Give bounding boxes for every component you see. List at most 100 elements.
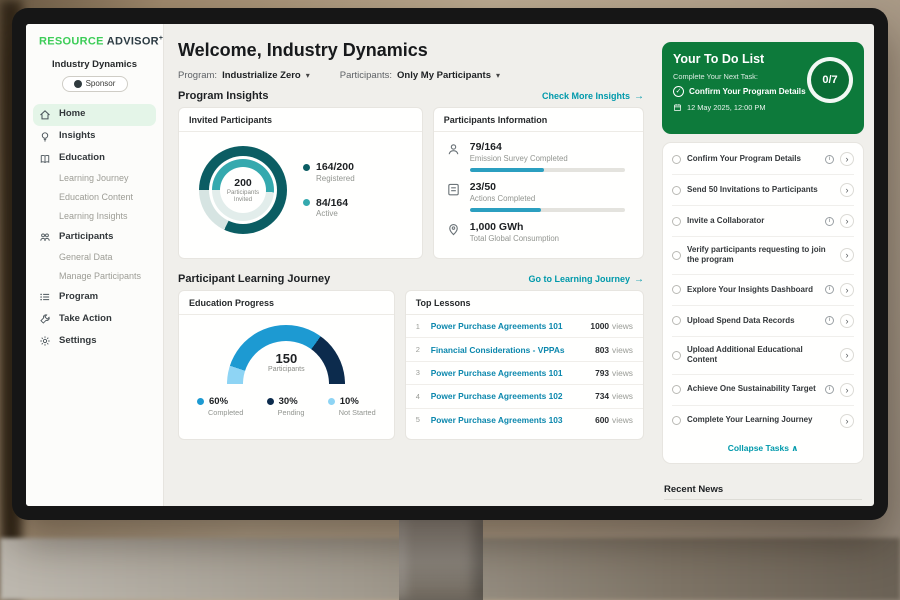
task-checkbox[interactable]: [672, 316, 681, 325]
sidebar-item-participants[interactable]: Participants: [26, 226, 163, 248]
brand-logo: RESOURCE ADVISOR+: [26, 35, 163, 48]
lesson-link[interactable]: Power Purchase Agreements 103: [431, 415, 595, 425]
person-icon: [446, 142, 461, 157]
lightbulb-icon: [39, 131, 51, 143]
task-label: Upload Spend Data Records: [687, 316, 819, 326]
sidebar-item-take-action[interactable]: Take Action: [26, 308, 163, 330]
task-checkbox[interactable]: [672, 385, 681, 394]
stat-label: Total Global Consumption: [470, 234, 631, 243]
participants-filter[interactable]: Participants: Only My Participants ▾: [340, 70, 500, 81]
chevron-down-icon[interactable]: ▾: [306, 71, 310, 80]
legend-completed: 60% Completed: [197, 396, 243, 417]
legend-dot: [303, 199, 310, 206]
legend-dot: [267, 398, 274, 405]
chevron-right-icon[interactable]: ›: [840, 283, 854, 297]
chevron-right-icon[interactable]: ›: [840, 414, 854, 428]
task-checkbox[interactable]: [672, 416, 681, 425]
org-name: Industry Dynamics: [26, 59, 163, 70]
recent-news-section: Recent News: [662, 484, 864, 502]
card-title: Invited Participants: [179, 108, 422, 132]
education-gauge-chart: 150 Participants: [227, 325, 345, 384]
task-upload-educational-content[interactable]: Upload Additional Educational Content ›: [672, 337, 854, 375]
stat-emission-survey: 79/164 Emission Survey Completed: [446, 141, 631, 172]
sidebar-item-settings[interactable]: Settings: [26, 330, 163, 352]
monitor-bezel: RESOURCE ADVISOR+ Industry Dynamics Spon…: [12, 8, 888, 520]
legend-label: Active: [316, 209, 355, 219]
stat-value: 1,000 GWh: [470, 221, 631, 233]
chevron-right-icon[interactable]: ›: [840, 214, 854, 228]
lesson-link[interactable]: Financial Considerations - VPPAs: [431, 345, 595, 355]
progress-track: [470, 168, 625, 172]
todo-progress-ring: 0/7: [807, 57, 853, 103]
link-label: Go to Learning Journey: [528, 274, 630, 284]
sidebar-item-learning-insights[interactable]: Learning Insights: [26, 207, 163, 226]
chevron-right-icon[interactable]: ›: [840, 152, 854, 166]
task-checkbox[interactable]: [672, 251, 681, 260]
collapse-tasks-button[interactable]: Collapse Tasks ∧: [672, 436, 854, 462]
lesson-row: 1 Power Purchase Agreements 101 1000 vie…: [406, 315, 643, 338]
info-icon: i: [825, 217, 834, 226]
list-icon: [39, 291, 51, 303]
task-label: Verify participants requesting to join t…: [687, 245, 834, 266]
info-icon: i: [825, 285, 834, 294]
sidebar-item-insights[interactable]: Insights: [26, 126, 163, 148]
task-checkbox[interactable]: [672, 285, 681, 294]
program-insights-header: Program Insights Check More Insights →: [178, 90, 644, 102]
sidebar-item-label: Learning Insights: [59, 212, 128, 222]
lesson-views: 803: [595, 345, 609, 355]
sidebar-item-education-content[interactable]: Education Content: [26, 189, 163, 208]
task-verify-participants[interactable]: Verify participants requesting to join t…: [672, 237, 854, 275]
task-checkbox[interactable]: [672, 155, 681, 164]
chevron-up-icon: ∧: [791, 443, 798, 453]
task-achieve-sustainability-target[interactable]: Achieve One Sustainability Target i ›: [672, 375, 854, 406]
chevron-right-icon[interactable]: ›: [840, 248, 854, 262]
sidebar-item-label: General Data: [59, 253, 113, 263]
info-icon: i: [825, 155, 834, 164]
sidebar-item-general-data[interactable]: General Data: [26, 248, 163, 267]
task-checkbox[interactable]: [672, 351, 681, 360]
progress-track: [470, 208, 625, 212]
checklist-icon: [446, 182, 461, 197]
sidebar-item-label: Education Content: [59, 193, 133, 203]
brand-secondary: ADVISOR: [107, 36, 159, 48]
go-to-learning-journey-link[interactable]: Go to Learning Journey →: [528, 274, 644, 285]
sidebar-nav: Home Insights Education Learning Journey: [26, 104, 163, 352]
task-label: Achieve One Sustainability Target: [687, 384, 819, 394]
sidebar-item-education[interactable]: Education: [26, 148, 163, 170]
check-more-insights-link[interactable]: Check More Insights →: [542, 91, 644, 102]
task-send-invitations[interactable]: Send 50 Invitations to Participants ›: [672, 175, 854, 206]
sidebar-item-label: Manage Participants: [59, 272, 141, 282]
chevron-right-icon[interactable]: ›: [840, 383, 854, 397]
task-upload-spend-data[interactable]: Upload Spend Data Records i ›: [672, 306, 854, 337]
program-filter-value: Industrialize Zero: [222, 70, 301, 81]
chevron-right-icon[interactable]: ›: [840, 314, 854, 328]
lesson-views-unit: views: [612, 415, 633, 425]
task-complete-learning-journey[interactable]: Complete Your Learning Journey ›: [672, 406, 854, 436]
stat-global-consumption: 1,000 GWh Total Global Consumption: [446, 221, 631, 243]
task-confirm-program-details[interactable]: Confirm Your Program Details i ›: [672, 144, 854, 175]
donut-center-value: 200: [234, 177, 252, 189]
card-title: Education Progress: [179, 291, 394, 315]
task-checkbox[interactable]: [672, 186, 681, 195]
card-title: Participants Information: [434, 108, 643, 132]
chevron-right-icon[interactable]: ›: [840, 183, 854, 197]
program-filter[interactable]: Program: Industrialize Zero ▾: [178, 70, 310, 81]
task-explore-insights[interactable]: Explore Your Insights Dashboard i ›: [672, 275, 854, 306]
sidebar-item-manage-participants[interactable]: Manage Participants: [26, 267, 163, 286]
lesson-link[interactable]: Power Purchase Agreements 101: [431, 368, 595, 378]
legend-dot: [303, 164, 310, 171]
legend-value: 84/164: [316, 197, 348, 210]
task-invite-collaborator[interactable]: Invite a Collaborator i ›: [672, 206, 854, 237]
lesson-link[interactable]: Power Purchase Agreements 102: [431, 391, 595, 401]
sidebar-item-program[interactable]: Program: [26, 286, 163, 308]
sidebar-item-home[interactable]: Home: [33, 104, 156, 126]
sponsor-icon: [74, 80, 82, 88]
task-checkbox[interactable]: [672, 217, 681, 226]
chevron-right-icon[interactable]: ›: [840, 348, 854, 362]
chevron-down-icon[interactable]: ▾: [496, 71, 500, 80]
sidebar-item-learning-journey[interactable]: Learning Journey: [26, 170, 163, 189]
info-icon: i: [825, 316, 834, 325]
lesson-link[interactable]: Power Purchase Agreements 101: [431, 321, 591, 331]
lesson-views: 793: [595, 368, 609, 378]
donut-legend: 164/200 Registered 84/164 Active: [303, 161, 355, 218]
